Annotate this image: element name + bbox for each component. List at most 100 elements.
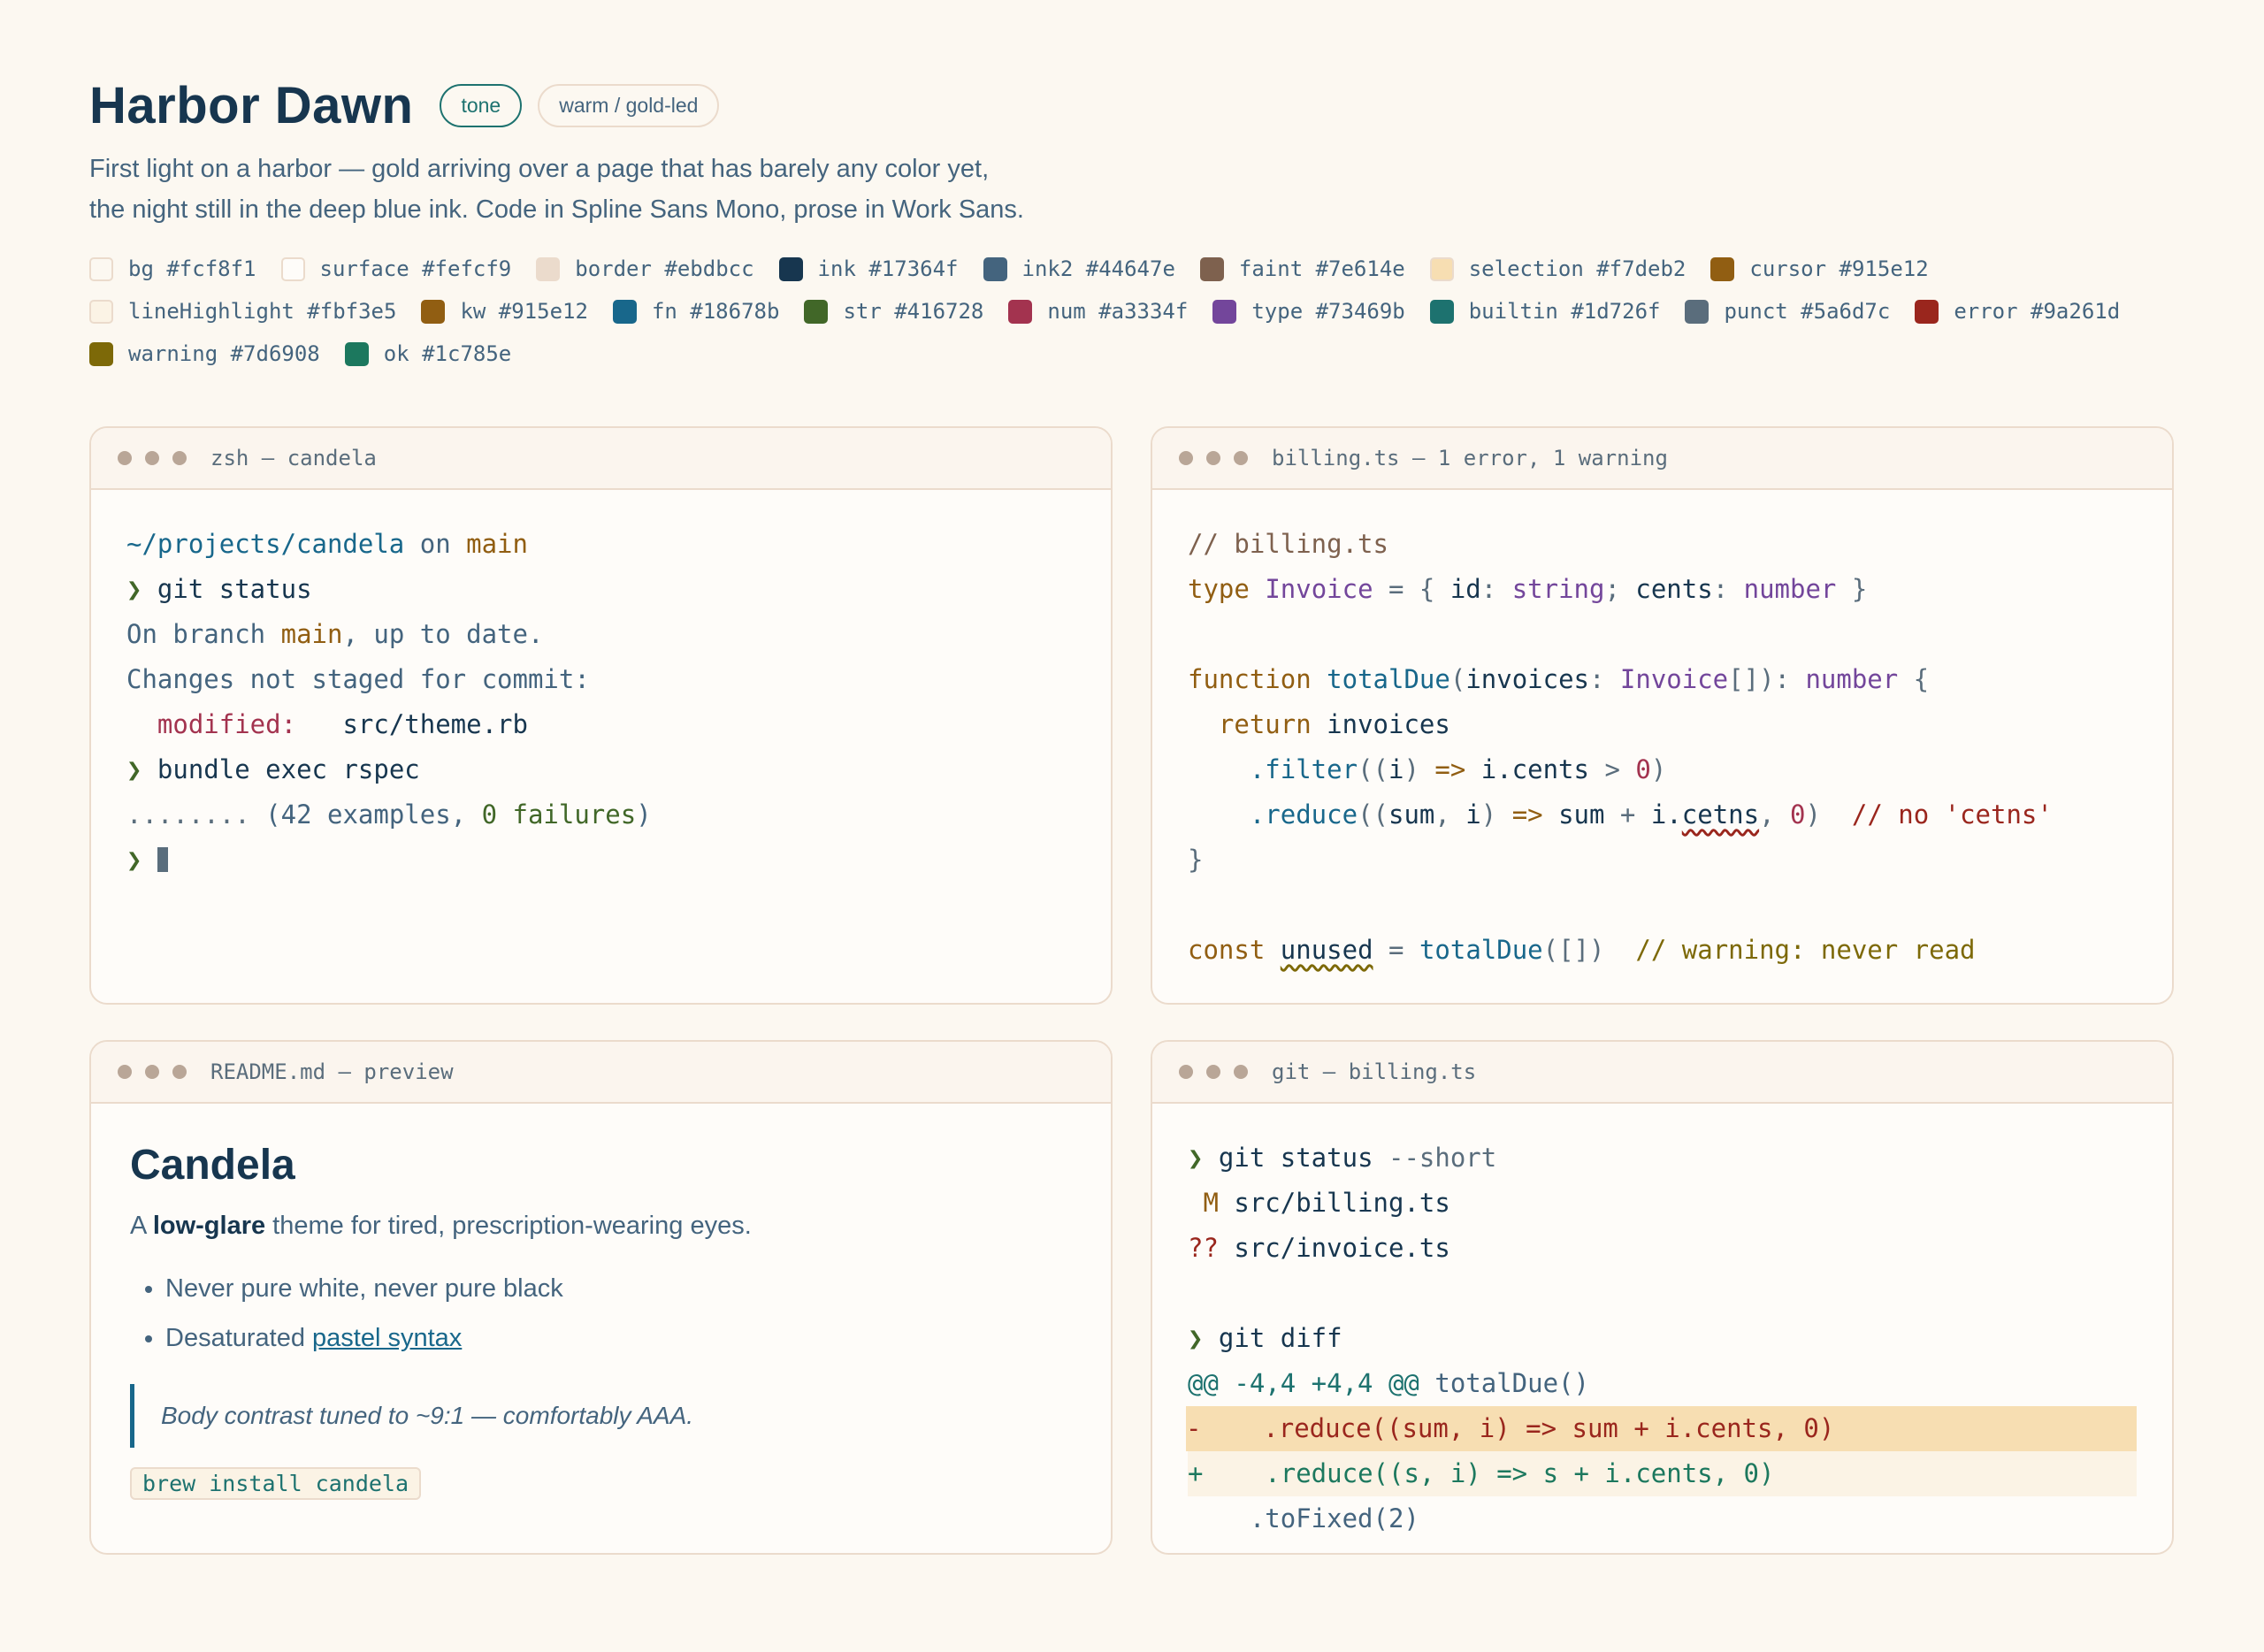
color-chip	[536, 256, 561, 281]
swatch-item: str #416728	[804, 290, 983, 333]
terminal-line: On branch main, up to date.	[126, 619, 544, 649]
color-chip	[1429, 256, 1454, 281]
color-chip	[1199, 256, 1224, 281]
window-dot-icon[interactable]	[145, 1065, 159, 1079]
pastel-syntax-link[interactable]: pastel syntax	[312, 1324, 462, 1352]
swatch-label: punct #5a6d7c	[1724, 299, 1891, 324]
swatch-label: faint #7e614e	[1238, 256, 1405, 281]
swatch-label: type #73469b	[1251, 299, 1405, 324]
swatch-label: surface #fefcf9	[319, 256, 512, 281]
terminal-line: ~/projects/candela on main	[126, 522, 1075, 567]
swatch-item: lineHighlight #fbf3e5	[89, 290, 396, 333]
window-dot-icon[interactable]	[118, 451, 132, 465]
swatch-item: bg #fcf8f1	[89, 248, 256, 290]
color-chip	[1710, 256, 1735, 281]
terminal-panel: zsh — candela ~/projects/candela on main…	[89, 426, 1113, 1005]
window-dot-icon[interactable]	[1179, 451, 1193, 465]
prompt-icon: ❯	[126, 574, 142, 604]
prompt-icon: ❯	[126, 754, 142, 784]
code-editor[interactable]: // billing.ts type Invoice = { id: strin…	[1152, 490, 2172, 973]
editor-title: billing.ts — 1 error, 1 warning	[1272, 446, 1668, 470]
color-chip	[804, 299, 829, 324]
readme-heading: Candela	[130, 1142, 295, 1189]
code-line: // billing.ts	[1188, 529, 1388, 559]
error-comment: // no 'cetns'	[1851, 799, 2053, 830]
window-dot-icon[interactable]	[172, 1065, 187, 1079]
terminal-line: ?? src/invoice.ts	[1188, 1233, 1450, 1263]
list-item: Desaturated pastel syntax	[165, 1313, 1072, 1363]
code-line: .reduce((sum, i) => sum + i.cetns, 0) //…	[1249, 799, 2053, 830]
swatch-label: ink2 #44647e	[1021, 256, 1175, 281]
warning-comment: // warning: never read	[1635, 935, 1976, 965]
command-text: git status	[142, 574, 312, 604]
code-line: }	[1188, 845, 1204, 875]
readme-panel: README.md — preview Candela A low-glare …	[89, 1040, 1113, 1555]
terminal-title: zsh — candela	[210, 446, 377, 470]
window-dot-icon[interactable]	[145, 451, 159, 465]
window-dot-icon[interactable]	[1179, 1065, 1193, 1079]
warm-tag: warm / gold-led	[538, 83, 720, 127]
window-dot-icon[interactable]	[1234, 451, 1248, 465]
swatch-item: ink #17364f	[778, 248, 959, 290]
swatch-item: warning #7d6908	[89, 333, 320, 375]
diff-added-line: + .reduce((s, i) => s + i.cents, 0)	[1188, 1451, 2137, 1496]
command-text: bundle exec rspec	[142, 754, 420, 784]
git-titlebar: git — billing.ts	[1152, 1042, 2172, 1104]
terminal-line: ❯ bundle exec rspec	[126, 747, 1075, 792]
editor-panel: billing.ts — 1 error, 1 warning // billi…	[1151, 426, 2174, 1005]
color-chip	[280, 256, 305, 281]
swatch-label: warning #7d6908	[128, 341, 320, 366]
code-line: return invoices	[1218, 709, 1450, 739]
code-line: function totalDue(invoices: Invoice[]): …	[1188, 664, 1930, 694]
theme-description: First light on a harbor — gold arriving …	[89, 149, 2175, 230]
swatch-item: faint #7e614e	[1199, 248, 1405, 290]
git-terminal-body[interactable]: ❯ git status --short M src/billing.ts ??…	[1152, 1104, 2172, 1541]
swatch-label: lineHighlight #fbf3e5	[128, 299, 397, 324]
terminal-line: ❯ git status	[126, 567, 1075, 612]
terminal-prompt-line: ❯	[126, 837, 1075, 883]
terminal-line: Changes not staged for commit:	[126, 664, 590, 694]
readme-titlebar: README.md — preview	[91, 1042, 1111, 1104]
git-title: git — billing.ts	[1272, 1059, 1477, 1084]
swatch-item: punct #5a6d7c	[1685, 290, 1890, 333]
code-line: .filter((i) => i.cents > 0)	[1249, 754, 1667, 784]
error-squiggle: cetns	[1681, 799, 1760, 830]
swatch-label: cursor #915e12	[1749, 256, 1929, 281]
window-dot-icon[interactable]	[172, 451, 187, 465]
terminal-line: ........ (42 examples, 0 failures)	[126, 799, 652, 830]
description-line-2: the night still in the deep blue ink. Co…	[89, 195, 1024, 224]
window-dot-icon[interactable]	[1234, 1065, 1248, 1079]
color-chip	[1008, 299, 1033, 324]
swatch-item: builtin #1d726f	[1429, 290, 1661, 333]
color-chip	[89, 256, 113, 281]
color-chip	[89, 341, 113, 366]
swatch-item: cursor #915e12	[1710, 248, 1929, 290]
color-chip	[1429, 299, 1454, 324]
title-row: Harbor Dawn tone warm / gold-led	[89, 69, 2175, 141]
swatch-item: surface #fefcf9	[280, 248, 512, 290]
color-chip	[1212, 299, 1237, 324]
editor-titlebar: billing.ts — 1 error, 1 warning	[1152, 428, 2172, 490]
window-dot-icon[interactable]	[1206, 1065, 1220, 1079]
prompt-icon: ❯	[1188, 1323, 1204, 1353]
swatch-label: error #9a261d	[1954, 299, 2121, 324]
terminal-line: ❯ git diff	[1188, 1323, 1342, 1353]
swatch-item: selection #f7deb2	[1429, 248, 1686, 290]
swatch-label: builtin #1d726f	[1468, 299, 1661, 324]
diff-context-line: .toFixed(2)	[1188, 1503, 1419, 1533]
cursor-block	[157, 847, 168, 872]
swatch-item: ok #1c785e	[344, 333, 511, 375]
prompt-icon: ❯	[1188, 1143, 1204, 1173]
swatch-label: fn #18678b	[651, 299, 780, 324]
window-dot-icon[interactable]	[1206, 451, 1220, 465]
list-item: Never pure white, never pure black	[165, 1264, 1072, 1313]
swatch-label: num #a3334f	[1047, 299, 1189, 324]
window-dot-icon[interactable]	[118, 1065, 132, 1079]
branch-name: main	[466, 529, 528, 559]
tone-tag: tone	[440, 83, 523, 127]
terminal-body[interactable]: ~/projects/candela on main ❯ git status …	[91, 490, 1111, 883]
description-line-1: First light on a harbor — gold arriving …	[89, 155, 990, 183]
install-command: brew install candela	[130, 1467, 422, 1500]
